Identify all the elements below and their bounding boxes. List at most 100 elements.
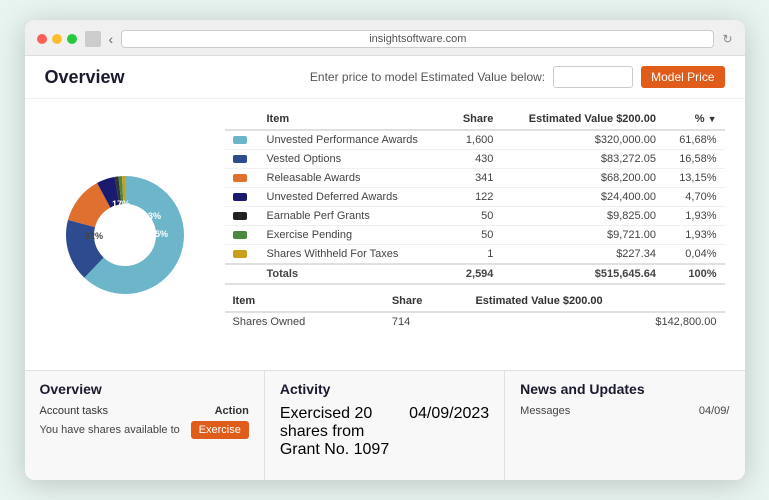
news-description: Messages: [520, 405, 570, 417]
row-color-cell: [225, 150, 259, 169]
row-pct: 1,93%: [664, 226, 725, 245]
row-share: 341: [449, 169, 502, 188]
table-row: Exercise Pending 50 $9,721.00 1,93%: [225, 226, 725, 245]
address-bar[interactable]: insightsoftware.com: [121, 30, 714, 48]
color-indicator: [233, 250, 247, 258]
news-items: Messages 04/09/: [520, 405, 729, 417]
row-value: $9,825.00: [501, 207, 664, 226]
shares-col-share: Share: [384, 291, 468, 312]
close-button[interactable]: [37, 34, 47, 44]
minimize-button[interactable]: [52, 34, 62, 44]
col-header-color: [225, 109, 259, 130]
news-panel: News and Updates Messages 04/09/: [505, 371, 744, 480]
action-label: Action: [215, 405, 249, 417]
table-row: Earnable Perf Grants 50 $9,825.00 1,93%: [225, 207, 725, 226]
table-area: Item Share Estimated Value $200.00 % ▼ U…: [225, 109, 725, 360]
row-value: $320,000.00: [501, 130, 664, 150]
exercise-button[interactable]: Exercise: [191, 421, 249, 439]
bottom-panels: Overview Account tasks Action You have s…: [25, 370, 745, 480]
shares-col-value: Estimated Value $200.00: [467, 291, 724, 312]
table-row: Unvested Performance Awards 1,600 $320,0…: [225, 130, 725, 150]
color-indicator: [233, 212, 247, 220]
donut-chart: 62% 17% 13% 5%: [55, 165, 195, 305]
model-price-area: Enter price to model Estimated Value bel…: [310, 66, 725, 88]
row-item: Unvested Performance Awards: [259, 130, 449, 150]
back-arrow-icon[interactable]: ‹: [109, 31, 114, 47]
row-item: Releasable Awards: [259, 169, 449, 188]
traffic-lights: [37, 34, 77, 44]
row-value: $227.34: [501, 245, 664, 265]
row-pct: 4,70%: [664, 188, 725, 207]
color-indicator: [233, 155, 247, 163]
row-pct: 13,15%: [664, 169, 725, 188]
browser-tab-icon: [85, 31, 101, 47]
row-value: $68,200.00: [501, 169, 664, 188]
activity-items: Exercised 20 shares from Grant No. 1097 …: [280, 405, 489, 459]
totals-pct: 100%: [664, 264, 725, 284]
main-content: 62% 17% 13% 5% Item Share Estimated Valu…: [25, 99, 745, 370]
row-item: Earnable Perf Grants: [259, 207, 449, 226]
totals-value: $515,645.64: [501, 264, 664, 284]
row-color-cell: [225, 245, 259, 265]
totals-share: 2,594: [449, 264, 502, 284]
svg-text:5%: 5%: [155, 229, 168, 239]
row-item: Unvested Deferred Awards: [259, 188, 449, 207]
row-color-cell: [225, 130, 259, 150]
row-pct: 16,58%: [664, 150, 725, 169]
svg-text:17%: 17%: [112, 199, 130, 209]
row-item: Exercise Pending: [259, 226, 449, 245]
row-share: 50: [449, 226, 502, 245]
svg-text:62%: 62%: [85, 231, 103, 241]
row-value: $83,272.05: [501, 150, 664, 169]
account-tasks-label: Account tasks: [40, 405, 108, 417]
table-row: Shares Withheld For Taxes 1 $227.34 0,04…: [225, 245, 725, 265]
news-date: 04/09/: [699, 405, 730, 417]
browser-chrome: ‹ insightsoftware.com ↻: [25, 20, 745, 56]
model-price-button[interactable]: Model Price: [641, 66, 724, 88]
color-indicator: [233, 193, 247, 201]
col-header-item: Item: [259, 109, 449, 130]
row-color-cell: [225, 226, 259, 245]
refresh-icon[interactable]: ↻: [722, 32, 732, 46]
shares-owned-row: Shares Owned 714 $142,800.00: [225, 312, 725, 331]
row-share: 122: [449, 188, 502, 207]
totals-color-cell: [225, 264, 259, 284]
row-color-cell: [225, 188, 259, 207]
color-indicator: [233, 136, 247, 144]
table-row: Unvested Deferred Awards 122 $24,400.00 …: [225, 188, 725, 207]
maximize-button[interactable]: [67, 34, 77, 44]
row-color-cell: [225, 169, 259, 188]
main-data-table: Item Share Estimated Value $200.00 % ▼ U…: [225, 109, 725, 285]
page-title: Overview: [45, 67, 125, 88]
model-price-input[interactable]: [553, 66, 633, 88]
row-color-cell: [225, 207, 259, 226]
activity-panel-title: Activity: [280, 381, 489, 397]
col-header-value: Estimated Value $200.00: [501, 109, 664, 130]
news-panel-title: News and Updates: [520, 381, 729, 397]
col-header-share: Share: [449, 109, 502, 130]
row-value: $9,721.00: [501, 226, 664, 245]
row-share: 1: [449, 245, 502, 265]
row-pct: 1,93%: [664, 207, 725, 226]
row-item: Vested Options: [259, 150, 449, 169]
totals-label: Totals: [259, 264, 449, 284]
table-row: Releasable Awards 341 $68,200.00 13,15%: [225, 169, 725, 188]
shares-owned-item: Shares Owned: [225, 312, 384, 331]
table-row: Vested Options 430 $83,272.05 16,58%: [225, 150, 725, 169]
row-share: 430: [449, 150, 502, 169]
overview-panel-title: Overview: [40, 381, 249, 397]
row-share: 1,600: [449, 130, 502, 150]
row-value: $24,400.00: [501, 188, 664, 207]
shares-owned-table: Item Share Estimated Value $200.00 Share…: [225, 291, 725, 331]
activity-description: Exercised 20 shares from Grant No. 1097: [280, 405, 399, 459]
shares-owned-value: $142,800.00: [467, 312, 724, 331]
row-pct: 61,68%: [664, 130, 725, 150]
col-header-pct: % ▼: [664, 109, 725, 130]
row-item: Shares Withheld For Taxes: [259, 245, 449, 265]
model-price-label: Enter price to model Estimated Value bel…: [310, 70, 545, 84]
shares-owned-share: 714: [384, 312, 468, 331]
totals-row: Totals 2,594 $515,645.64 100%: [225, 264, 725, 284]
color-indicator: [233, 174, 247, 182]
overview-panel: Overview Account tasks Action You have s…: [25, 371, 265, 480]
chart-area: 62% 17% 13% 5%: [45, 109, 205, 360]
